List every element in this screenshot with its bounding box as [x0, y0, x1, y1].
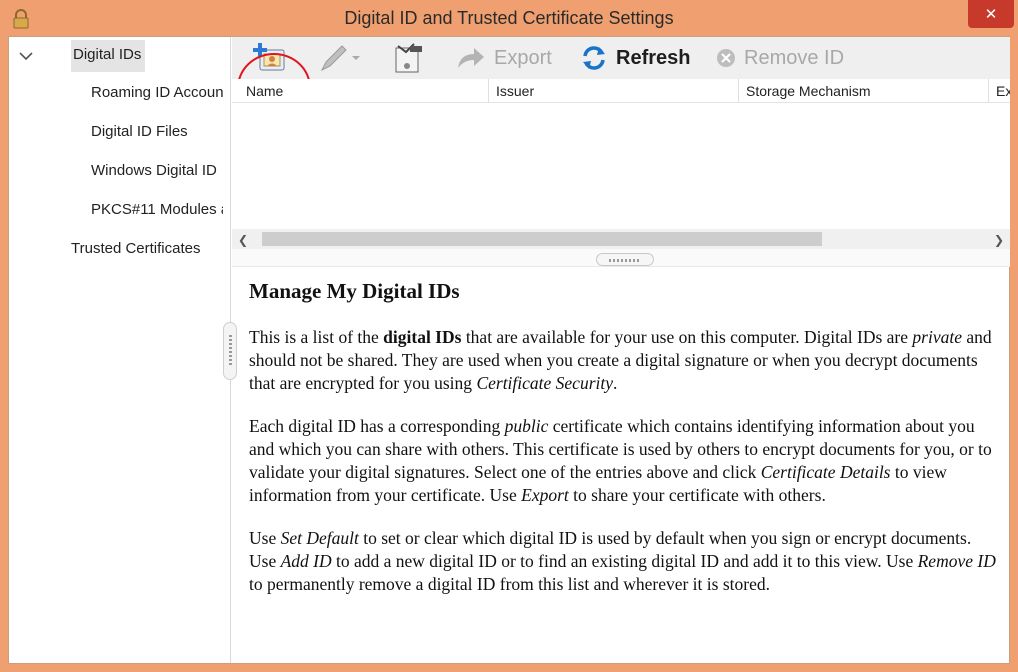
description-paragraph-3: Use Set Default to set or clear which di…: [249, 528, 996, 594]
export-label: Export: [494, 46, 552, 69]
column-header-storage-mechanism[interactable]: Storage Mechanism: [746, 83, 986, 99]
chevron-down-icon[interactable]: [17, 47, 35, 65]
description-heading: Manage My Digital IDs: [249, 279, 460, 303]
description-paragraph-2: Each digital ID has a corresponding publ…: [249, 416, 992, 505]
column-header-issuer[interactable]: Issuer: [496, 83, 736, 99]
scroll-right-icon[interactable]: ❯: [994, 233, 1004, 247]
refresh-icon: [583, 46, 605, 70]
sidebar-item-pkcs11-modules[interactable]: PKCS#11 Modules a: [91, 192, 223, 230]
column-header-expires[interactable]: Ex: [996, 83, 1010, 99]
remove-id-label: Remove ID: [744, 46, 845, 69]
client-area: Digital IDs Roaming ID Accoun Digital ID…: [8, 36, 1010, 664]
sidebar-item-label: Digital ID Files: [91, 123, 188, 140]
description-paragraph-1: This is a list of the digital IDs that a…: [249, 327, 992, 393]
scroll-left-icon[interactable]: ❮: [238, 233, 248, 247]
sidebar-item-label: Digital IDs: [71, 40, 146, 72]
vertical-splitter-handle[interactable]: [223, 322, 237, 380]
sidebar-item-digital-ids[interactable]: Digital IDs: [71, 37, 221, 75]
digital-id-table-header: Name Issuer Storage Mechanism Ex: [232, 79, 1010, 103]
usage-options-button[interactable]: [316, 42, 362, 74]
export-button[interactable]: Export: [454, 42, 552, 74]
horizontal-scrollbar[interactable]: ❮ ❯: [232, 229, 1010, 249]
refresh-button[interactable]: Refresh: [580, 42, 690, 74]
help-description: Manage My Digital IDs This is a list of …: [249, 279, 1001, 616]
digital-id-table-body[interactable]: [232, 103, 1010, 229]
remove-id-button[interactable]: Remove ID: [716, 42, 844, 74]
remove-icon: [717, 49, 735, 67]
dialog-window: Digital ID and Trusted Certificate Setti…: [0, 0, 1018, 672]
sidebar-item-windows-digital-ids[interactable]: Windows Digital ID: [91, 153, 223, 191]
close-button[interactable]: ✕: [968, 0, 1014, 28]
sidebar-item-roaming-id-accounts[interactable]: Roaming ID Accoun: [91, 75, 223, 113]
close-icon: ✕: [984, 5, 998, 23]
refresh-label: Refresh: [616, 46, 691, 69]
column-header-name[interactable]: Name: [246, 83, 486, 99]
title-bar[interactable]: Digital ID and Trusted Certificate Setti…: [0, 0, 1018, 36]
sidebar-item-label: Roaming ID Accoun: [91, 84, 223, 101]
toolbar: Export Refresh Remove ID: [232, 37, 1010, 79]
scrollbar-thumb[interactable]: [262, 232, 822, 246]
horizontal-splitter[interactable]: [232, 249, 1010, 267]
export-arrow-icon: [458, 48, 484, 68]
sidebar-item-trusted-certificates[interactable]: Trusted Certificates: [71, 231, 223, 269]
pen-icon: [320, 45, 360, 72]
sidebar-tree: Digital IDs Roaming ID Accoun Digital ID…: [9, 37, 231, 663]
sidebar-item-digital-id-files[interactable]: Digital ID Files: [91, 114, 223, 152]
certificate-details-icon: [395, 43, 422, 73]
certificate-details-button[interactable]: [390, 42, 426, 74]
sidebar-item-label: Windows Digital ID: [91, 162, 217, 179]
window-title: Digital ID and Trusted Certificate Setti…: [344, 8, 674, 28]
sidebar-item-label: Trusted Certificates: [71, 240, 201, 257]
horizontal-splitter-handle[interactable]: [596, 253, 654, 266]
sidebar-item-label: PKCS#11 Modules a: [91, 201, 223, 218]
